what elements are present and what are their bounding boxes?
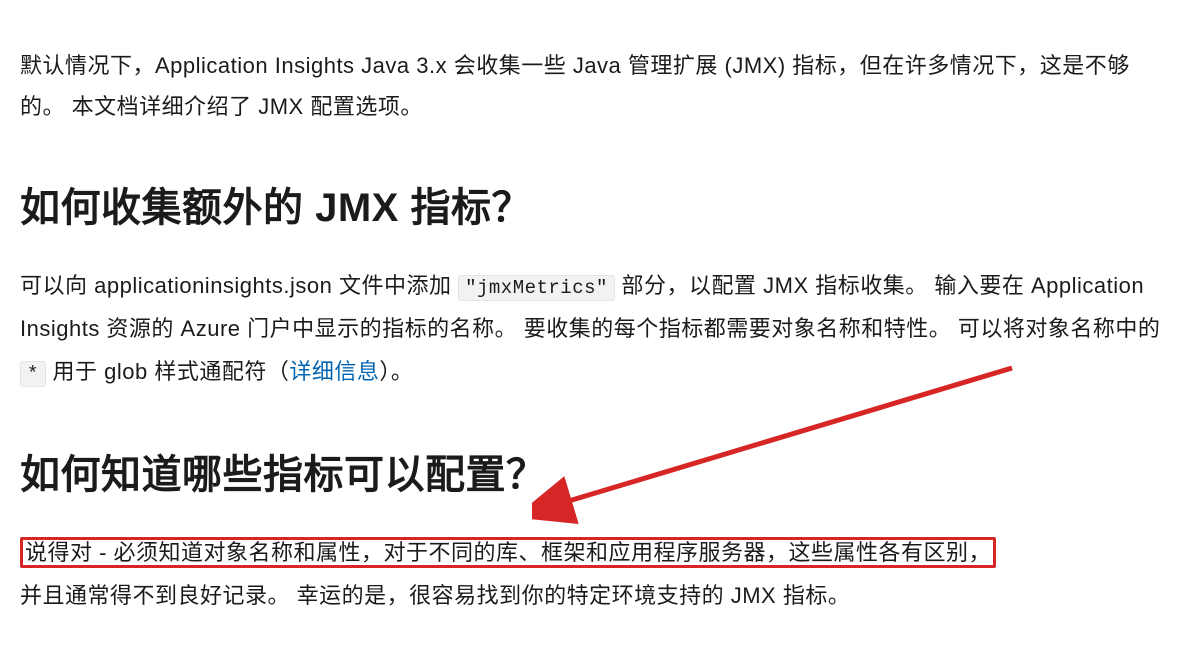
para2-rest: 并且通常得不到良好记录。 幸运的是，很容易找到你的特定环境支持的 JMX 指标。 — [20, 583, 850, 608]
code-jmxmetrics: "jmxMetrics" — [458, 275, 615, 301]
para1-seg3: 用于 glob 样式通配符（ — [53, 359, 290, 384]
link-details[interactable]: 详细信息 — [289, 359, 379, 384]
intro-paragraph: 默认情况下，Application Insights Java 3.x 会收集一… — [20, 46, 1168, 127]
paragraph-collect: 可以向 applicationinsights.json 文件中添加 "jmxM… — [20, 265, 1168, 394]
code-asterisk: * — [20, 361, 46, 387]
para1-seg1: 可以向 applicationinsights.json 文件中添加 — [20, 273, 458, 298]
highlighted-sentence: 说得对 - 必须知道对象名称和属性，对于不同的库、框架和应用程序服务器，这些属性… — [20, 537, 996, 568]
heading-collect-extra-jmx: 如何收集额外的 JMX 指标？ — [20, 175, 1168, 233]
heading-which-metrics: 如何知道哪些指标可以配置？ — [20, 442, 1168, 500]
paragraph-which: 说得对 - 必须知道对象名称和属性，对于不同的库、框架和应用程序服务器，这些属性… — [20, 532, 1168, 618]
para1-seg4: ）。 — [379, 359, 413, 384]
